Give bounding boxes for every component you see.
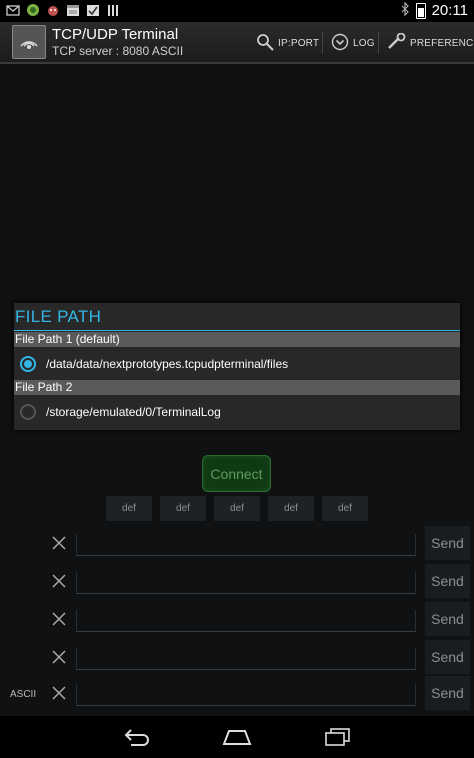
message-input[interactable] [76, 534, 416, 556]
radio-option-path-2[interactable]: /storage/emulated/0/TerminalLog [14, 395, 460, 429]
message-input[interactable] [76, 648, 416, 670]
send-row: Send [0, 602, 474, 638]
recent-apps-icon[interactable] [318, 724, 358, 750]
radio-option-path-1[interactable]: /data/data/nextprototypes.tcpudpterminal… [14, 347, 460, 381]
message-input[interactable] [76, 572, 416, 594]
macro-button-3[interactable]: def [214, 496, 260, 521]
radio-label-path-1: /data/data/nextprototypes.tcpudpterminal… [46, 357, 289, 371]
message-input[interactable] [76, 684, 416, 706]
radio-button-selected[interactable] [20, 356, 36, 372]
ipport-label: IP:PORT [278, 37, 320, 49]
divider [378, 32, 379, 54]
chevron-down-circle-icon [331, 33, 349, 54]
radio-button-unselected[interactable] [20, 404, 36, 420]
send-button[interactable]: Send [425, 564, 470, 598]
app-logo-icon[interactable] [12, 25, 46, 59]
cat-icon [46, 3, 60, 17]
clear-icon[interactable] [50, 610, 68, 628]
macro-button-5[interactable]: def [322, 496, 368, 521]
send-button[interactable]: Send [425, 602, 470, 636]
send-row: Send [0, 676, 474, 712]
mode-toggle[interactable]: ASCII [10, 689, 36, 700]
macro-button-1[interactable]: def [106, 496, 152, 521]
wrench-icon [386, 32, 406, 54]
search-icon [256, 33, 274, 54]
clear-icon[interactable] [50, 534, 68, 552]
macro-button-2[interactable]: def [160, 496, 206, 521]
section-header-path-2: File Path 2 [14, 380, 460, 395]
gmail-icon [6, 3, 20, 17]
bars-icon [106, 3, 120, 17]
status-bar: 20:11 [0, 0, 474, 22]
clear-icon[interactable] [50, 572, 68, 590]
clear-icon[interactable] [50, 684, 68, 702]
android-icon [26, 3, 40, 17]
app-title: TCP/UDP Terminal [52, 26, 179, 43]
bluetooth-icon [400, 1, 410, 19]
back-icon[interactable] [116, 724, 156, 750]
log-label: LOG [353, 37, 375, 49]
send-button[interactable]: Send [425, 640, 470, 674]
battery-icon [415, 2, 426, 19]
file-path-dialog: FILE PATH File Path 1 (default) /data/da… [14, 303, 460, 430]
section-header-path-1: File Path 1 (default) [14, 332, 460, 347]
ipport-button[interactable]: IP:PORT [256, 29, 319, 57]
connection-status: TCP server : 8080 ASCII [52, 44, 184, 58]
clear-icon[interactable] [50, 648, 68, 666]
preference-button[interactable]: PREFERENCE [386, 29, 474, 57]
home-icon[interactable] [217, 724, 257, 750]
radio-label-path-2: /storage/emulated/0/TerminalLog [46, 405, 221, 419]
send-button[interactable]: Send [425, 526, 470, 560]
send-row: Send [0, 640, 474, 676]
dialog-title: FILE PATH [15, 307, 102, 326]
macro-button-4[interactable]: def [268, 496, 314, 521]
preference-label: PREFERENCE [410, 37, 474, 49]
checklist-icon [86, 3, 100, 17]
clock-time: 20:11 [431, 2, 468, 19]
send-row: Send [0, 526, 474, 562]
action-bar: TCP/UDP Terminal TCP server : 8080 ASCII… [0, 22, 474, 64]
navigation-bar [0, 716, 474, 758]
calendar-icon [66, 3, 80, 17]
connect-button[interactable]: Connect [202, 455, 271, 492]
message-input[interactable] [76, 610, 416, 632]
send-row: Send [0, 564, 474, 600]
log-button[interactable]: LOG [331, 29, 375, 57]
dialog-title-divider [14, 330, 460, 331]
send-button[interactable]: Send [425, 676, 470, 710]
divider [322, 32, 323, 54]
